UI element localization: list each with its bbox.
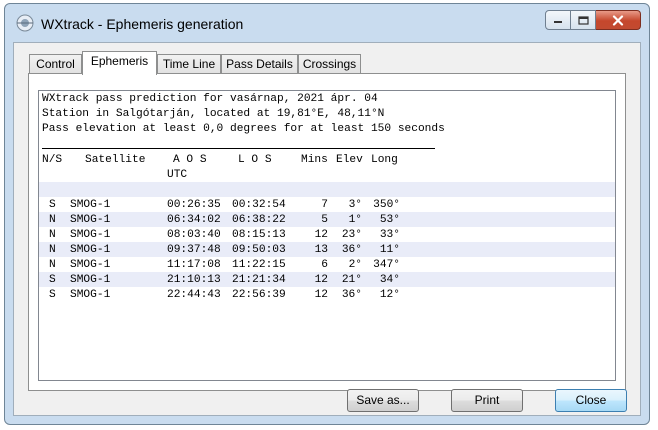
- row-aos: 11:17:08: [167, 259, 221, 271]
- row-elev: 1°: [348, 214, 362, 226]
- row-elev: 36°: [341, 244, 362, 256]
- report-title-line: WXtrack pass prediction for vasárnap, 20…: [42, 93, 378, 105]
- row-mins: 5: [321, 214, 328, 226]
- ephemeris-report-textbox[interactable]: WXtrack pass prediction for vasárnap, 20…: [38, 90, 616, 381]
- row-long: 53°: [379, 214, 400, 226]
- tab-crossings[interactable]: Crossings: [298, 54, 361, 74]
- tab-ephemeris[interactable]: Ephemeris: [82, 51, 157, 75]
- minimize-icon: [554, 21, 562, 23]
- row-satellite: SMOG-1: [70, 199, 111, 211]
- row-long: 12°: [379, 289, 400, 301]
- row-satellite: SMOG-1: [70, 229, 111, 241]
- row-ns: N: [49, 259, 56, 271]
- row-elev: 3°: [348, 199, 362, 211]
- row-ns: S: [49, 274, 56, 286]
- close-button[interactable]: Close: [555, 389, 627, 412]
- row-aos: 09:37:48: [167, 244, 221, 256]
- column-header-mins: Mins: [301, 154, 328, 166]
- title-bar[interactable]: WXtrack - Ephemeris generation: [5, 4, 649, 42]
- row-long: 33°: [379, 229, 400, 241]
- save-as-button[interactable]: Save as...: [347, 389, 419, 412]
- dialog-client: Control Ephemeris Time Line Pass Details…: [13, 42, 641, 416]
- row-los: 08:15:13: [232, 229, 286, 241]
- column-header-satellite: Satellite: [85, 154, 146, 166]
- column-header-los: L O S: [238, 154, 272, 166]
- row-satellite: SMOG-1: [70, 289, 111, 301]
- column-header-ns: N/S: [42, 154, 63, 166]
- row-ns: N: [49, 244, 56, 256]
- row-ns: N: [49, 229, 56, 241]
- row-aos: 08:03:40: [167, 229, 221, 241]
- row-ns: S: [49, 289, 56, 301]
- column-header-aos: A O S: [173, 154, 207, 166]
- row-band: [39, 182, 615, 197]
- row-ns: S: [49, 199, 56, 211]
- satellite-app-icon: [16, 14, 34, 32]
- row-los: 09:50:03: [232, 244, 286, 256]
- row-elev: 2°: [348, 259, 362, 271]
- row-elev: 23°: [341, 229, 362, 241]
- maximize-button[interactable]: [571, 10, 596, 30]
- row-mins: 7: [321, 199, 328, 211]
- row-aos: 06:34:02: [167, 214, 221, 226]
- row-los: 00:32:54: [232, 199, 286, 211]
- row-los: 22:56:39: [232, 289, 286, 301]
- print-button[interactable]: Print: [451, 389, 523, 412]
- row-long: 347°: [373, 259, 400, 271]
- row-mins: 12: [314, 289, 328, 301]
- column-header-elev: Elev: [336, 154, 363, 166]
- column-header-long: Long: [371, 154, 398, 166]
- row-mins: 12: [314, 274, 328, 286]
- row-aos: 21:10:13: [167, 274, 221, 286]
- row-mins: 6: [321, 259, 328, 271]
- row-satellite: SMOG-1: [70, 259, 111, 271]
- close-icon: [612, 14, 624, 26]
- row-elev: 21°: [341, 274, 362, 286]
- row-los: 11:22:15: [232, 259, 286, 271]
- row-satellite: SMOG-1: [70, 244, 111, 256]
- row-elev: 36°: [341, 289, 362, 301]
- tab-time-line[interactable]: Time Line: [157, 54, 221, 74]
- maximize-icon: [577, 15, 589, 25]
- row-los: 21:21:34: [232, 274, 286, 286]
- report-criteria-line: Pass elevation at least 0,0 degrees for …: [42, 123, 445, 135]
- row-long: 34°: [379, 274, 400, 286]
- report-station-line: Station in Salgótarján, located at 19,81…: [42, 108, 385, 120]
- row-satellite: SMOG-1: [70, 214, 111, 226]
- row-satellite: SMOG-1: [70, 274, 111, 286]
- report-separator: [42, 148, 435, 149]
- column-header-utc: UTC: [167, 169, 188, 181]
- row-aos: 22:44:43: [167, 289, 221, 301]
- row-long: 350°: [373, 199, 400, 211]
- row-mins: 12: [314, 229, 328, 241]
- row-aos: 00:26:35: [167, 199, 221, 211]
- row-los: 06:38:22: [232, 214, 286, 226]
- close-window-button[interactable]: [596, 10, 641, 30]
- row-mins: 13: [314, 244, 328, 256]
- minimize-button[interactable]: [545, 10, 571, 30]
- row-long: 11°: [379, 244, 400, 256]
- window-title: WXtrack - Ephemeris generation: [41, 16, 244, 32]
- tab-pass-details[interactable]: Pass Details: [221, 54, 298, 74]
- ephemeris-tab-panel: WXtrack pass prediction for vasárnap, 20…: [28, 73, 626, 391]
- tab-control[interactable]: Control: [29, 54, 82, 74]
- row-ns: N: [49, 214, 56, 226]
- ephemeris-window: WXtrack - Ephemeris generation Control E…: [4, 3, 650, 425]
